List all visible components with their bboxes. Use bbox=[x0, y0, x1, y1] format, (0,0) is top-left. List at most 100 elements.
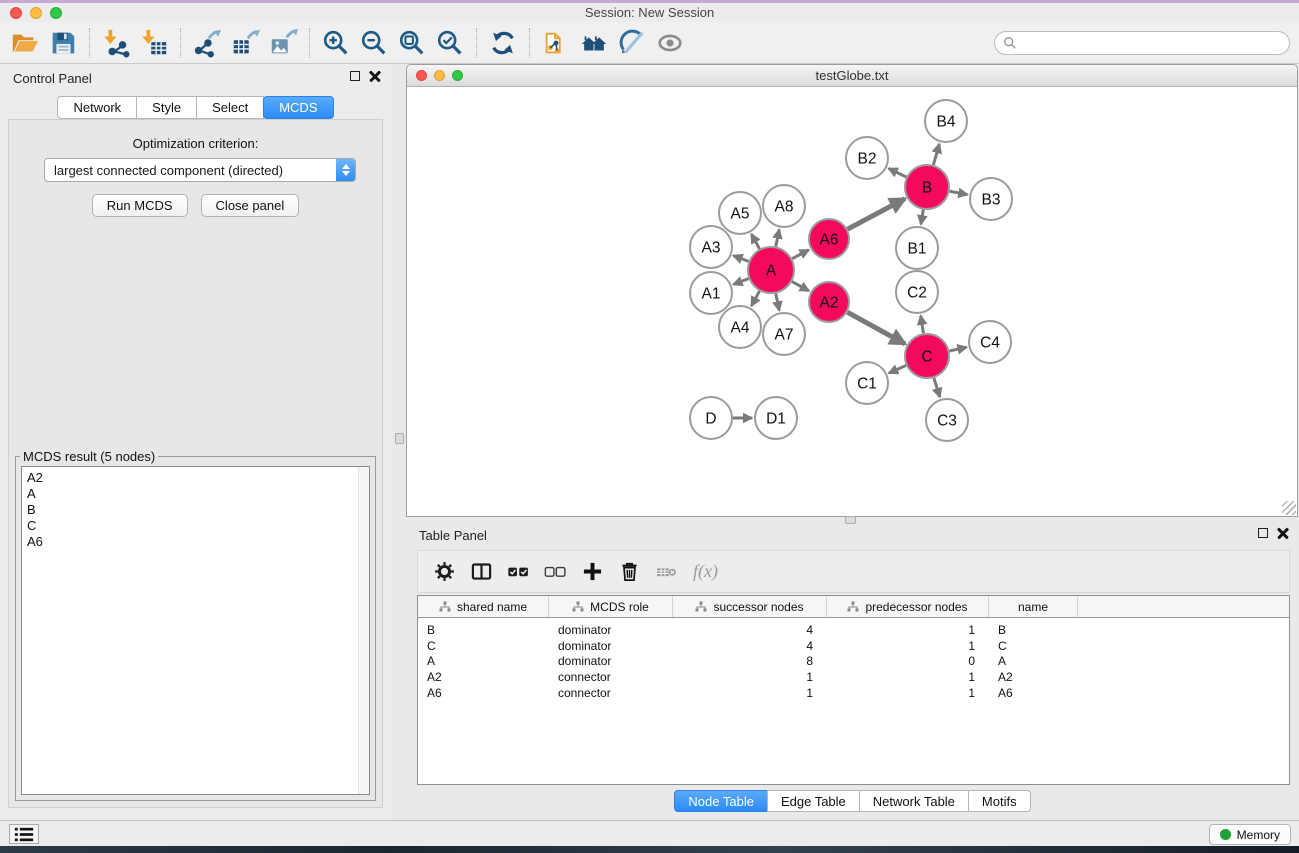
network-graph[interactable]: AA2A6BCA1A3A4A5A7A8B1B2B3B4C1C2C3C4DD1 bbox=[407, 88, 1297, 516]
node-B1[interactable]: B1 bbox=[896, 227, 938, 269]
network-window-titlebar[interactable]: testGlobe.txt bbox=[407, 65, 1297, 87]
cell-MCDS-role[interactable]: dominator bbox=[549, 623, 673, 637]
column-header-name[interactable]: name bbox=[989, 596, 1078, 617]
graphics-details-button[interactable] bbox=[613, 25, 651, 61]
table-row[interactable]: Adominator80A bbox=[418, 653, 1289, 669]
task-history-button[interactable] bbox=[9, 824, 39, 844]
cell-successor-nodes[interactable]: 1 bbox=[673, 670, 827, 684]
zoom-fit-button[interactable] bbox=[393, 25, 431, 61]
node-B3[interactable]: B3 bbox=[970, 178, 1012, 220]
table-row[interactable]: A6connector11A6 bbox=[418, 685, 1289, 701]
edge-C-C3[interactable] bbox=[934, 378, 940, 397]
delete-column-button[interactable] bbox=[613, 556, 646, 588]
cell-shared-name[interactable]: A bbox=[418, 654, 549, 668]
scrollbar-track[interactable] bbox=[358, 467, 369, 794]
cell-MCDS-role[interactable]: dominator bbox=[549, 639, 673, 653]
zoom-in-button[interactable] bbox=[317, 25, 355, 61]
node-A8[interactable]: A8 bbox=[763, 185, 805, 227]
node-A3[interactable]: A3 bbox=[690, 226, 732, 268]
edge-A-A6[interactable] bbox=[792, 250, 809, 259]
cell-predecessor-nodes[interactable]: 1 bbox=[827, 686, 989, 700]
cell-successor-nodes[interactable]: 1 bbox=[673, 686, 827, 700]
table-row[interactable]: Cdominator41C bbox=[418, 638, 1289, 654]
node-B4[interactable]: B4 bbox=[925, 100, 967, 142]
column-header-shared-name[interactable]: shared name bbox=[418, 596, 549, 617]
home-button[interactable] bbox=[575, 25, 613, 61]
edge-C-C4[interactable] bbox=[949, 347, 966, 351]
mcds-result-item[interactable]: C bbox=[27, 518, 369, 534]
close-panel-icon[interactable] bbox=[1277, 527, 1289, 539]
tab-motifs[interactable]: Motifs bbox=[968, 790, 1031, 812]
refresh-view-button[interactable] bbox=[484, 25, 522, 61]
select-all-columns-button[interactable] bbox=[502, 556, 535, 588]
edge-B-B3[interactable] bbox=[950, 191, 968, 194]
cell-name[interactable]: B bbox=[989, 623, 1078, 637]
node-D1[interactable]: D1 bbox=[755, 397, 797, 439]
cell-name[interactable]: A bbox=[989, 654, 1078, 668]
tab-select[interactable]: Select bbox=[196, 96, 264, 119]
tab-edge-table[interactable]: Edge Table bbox=[767, 790, 860, 812]
tab-network[interactable]: Network bbox=[57, 96, 137, 119]
import-table-button[interactable] bbox=[135, 25, 173, 61]
float-panel-icon[interactable] bbox=[350, 71, 360, 81]
cell-shared-name[interactable]: C bbox=[418, 639, 549, 653]
edge-A-A3[interactable] bbox=[733, 256, 748, 262]
edge-C-C2[interactable] bbox=[921, 316, 924, 334]
tab-mcds[interactable]: MCDS bbox=[263, 96, 333, 119]
table-panel-layout-button[interactable] bbox=[465, 556, 498, 588]
cell-shared-name[interactable]: A6 bbox=[418, 686, 549, 700]
close-panel-icon[interactable] bbox=[369, 70, 381, 82]
cell-successor-nodes[interactable]: 8 bbox=[673, 654, 827, 668]
node-D[interactable]: D bbox=[690, 397, 732, 439]
network-from-selection-button[interactable] bbox=[537, 25, 575, 61]
node-C3[interactable]: C3 bbox=[926, 399, 968, 441]
run-mcds-button[interactable]: Run MCDS bbox=[92, 194, 188, 217]
node-table[interactable]: shared nameMCDS rolesuccessor nodesprede… bbox=[417, 595, 1290, 785]
cell-successor-nodes[interactable]: 4 bbox=[673, 639, 827, 653]
resize-grip[interactable] bbox=[1282, 501, 1296, 515]
tab-network-table[interactable]: Network Table bbox=[859, 790, 969, 812]
criterion-select[interactable]: largest connected component (directed) bbox=[44, 158, 356, 182]
cell-MCDS-role[interactable]: dominator bbox=[549, 654, 673, 668]
cell-name[interactable]: A6 bbox=[989, 686, 1078, 700]
edge-B-B4[interactable] bbox=[933, 144, 939, 165]
node-C4[interactable]: C4 bbox=[969, 321, 1011, 363]
search-input[interactable] bbox=[1022, 36, 1281, 51]
edge-B-B1[interactable] bbox=[921, 210, 923, 225]
unselect-all-columns-button[interactable] bbox=[539, 556, 572, 588]
create-column-button[interactable] bbox=[576, 556, 609, 588]
save-session-button[interactable] bbox=[44, 25, 82, 61]
edge-A-A1[interactable] bbox=[733, 279, 748, 285]
table-row[interactable]: A2connector11A2 bbox=[418, 669, 1289, 685]
export-network-button[interactable] bbox=[188, 25, 226, 61]
cell-predecessor-nodes[interactable]: 0 bbox=[827, 654, 989, 668]
zoom-out-button[interactable] bbox=[355, 25, 393, 61]
zoom-selected-button[interactable] bbox=[431, 25, 469, 61]
tab-node-table[interactable]: Node Table bbox=[674, 790, 768, 812]
open-session-button[interactable] bbox=[6, 25, 44, 61]
edge-C-C1[interactable] bbox=[889, 365, 906, 373]
vertical-divider-grip[interactable] bbox=[395, 433, 404, 444]
export-table-button[interactable] bbox=[226, 25, 264, 61]
close-panel-button[interactable]: Close panel bbox=[201, 194, 300, 217]
cell-shared-name[interactable]: B bbox=[418, 623, 549, 637]
node-A[interactable]: A bbox=[748, 247, 794, 293]
cell-predecessor-nodes[interactable]: 1 bbox=[827, 670, 989, 684]
search-field[interactable] bbox=[994, 31, 1290, 55]
node-A1[interactable]: A1 bbox=[690, 272, 732, 314]
show-hide-button[interactable] bbox=[651, 25, 689, 61]
column-header-successor-nodes[interactable]: successor nodes bbox=[673, 596, 827, 617]
cell-MCDS-role[interactable]: connector bbox=[549, 686, 673, 700]
node-A7[interactable]: A7 bbox=[763, 313, 805, 355]
cell-predecessor-nodes[interactable]: 1 bbox=[827, 623, 989, 637]
export-image-button[interactable] bbox=[264, 25, 302, 61]
column-header-predecessor-nodes[interactable]: predecessor nodes bbox=[827, 596, 989, 617]
table-settings-button[interactable] bbox=[428, 556, 461, 588]
node-C1[interactable]: C1 bbox=[846, 362, 888, 404]
float-panel-icon[interactable] bbox=[1258, 528, 1268, 538]
edge-A-A5[interactable] bbox=[751, 234, 759, 249]
function-builder-button[interactable]: f(x) bbox=[687, 561, 724, 582]
table-row[interactable]: Bdominator41B bbox=[418, 622, 1289, 638]
import-network-button[interactable] bbox=[97, 25, 135, 61]
mcds-result-item[interactable]: A bbox=[27, 486, 369, 502]
